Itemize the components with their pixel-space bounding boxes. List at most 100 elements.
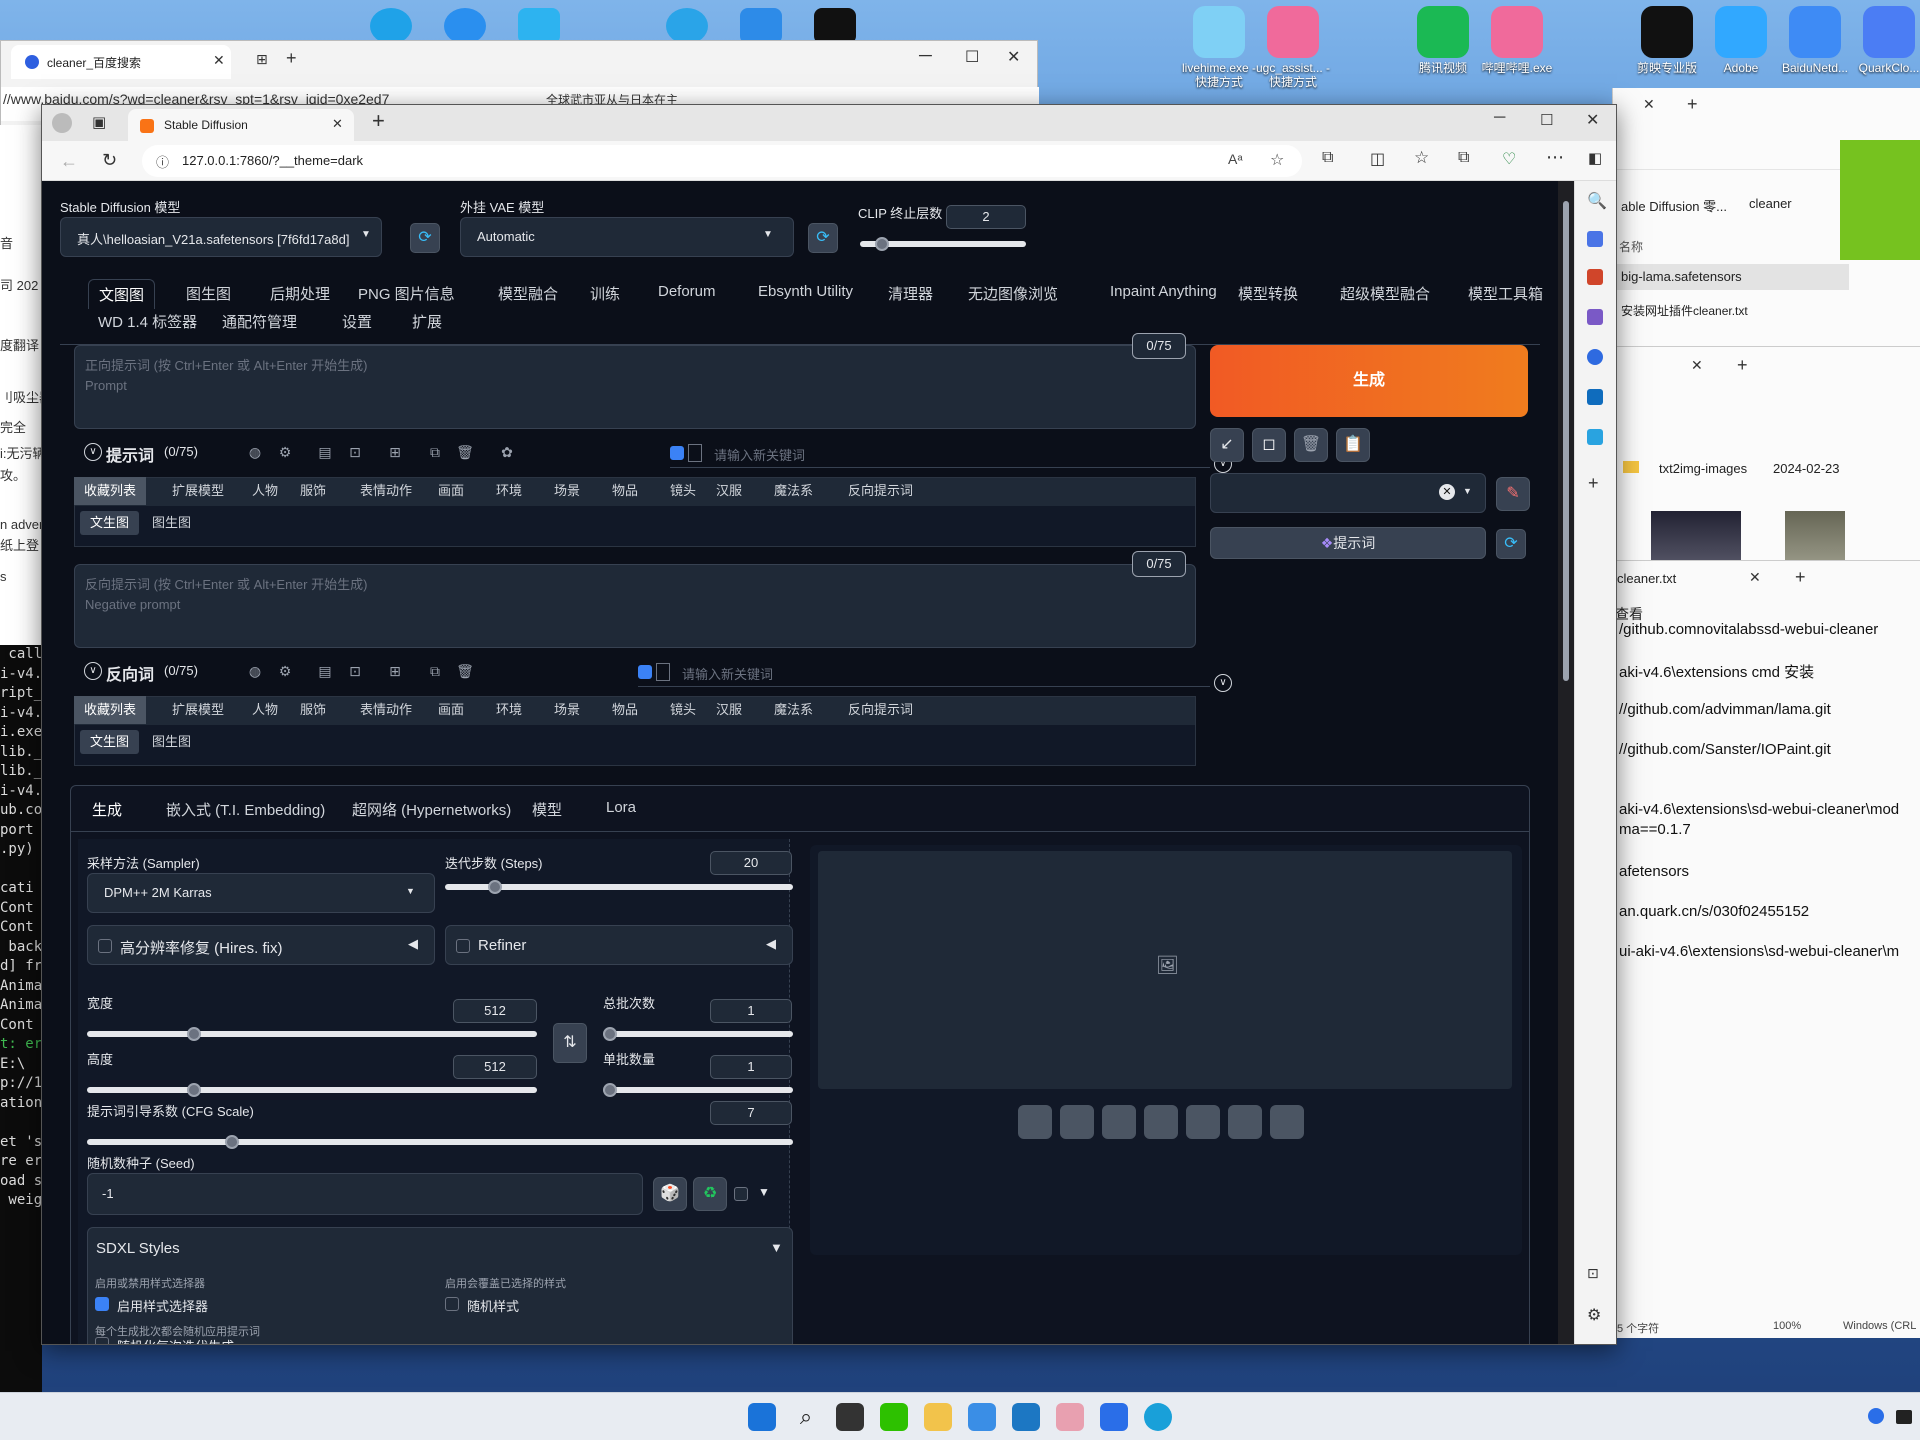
desktop-shortcut[interactable]: 腾讯视频: [1402, 6, 1484, 75]
more-icon[interactable]: ⋯: [1546, 147, 1564, 168]
sampler-select[interactable]: DPM++ 2M Karras ▼: [87, 873, 435, 913]
keyword-input[interactable]: 请输入新关键词: [682, 664, 773, 683]
bookmark-icon[interactable]: ⊡: [344, 441, 366, 463]
category-tab[interactable]: 人物: [242, 477, 288, 505]
main-tab[interactable]: WD 1.4 标签器: [88, 311, 207, 332]
settings-icon[interactable]: ⚙: [274, 660, 296, 682]
category-tab[interactable]: 收藏列表: [74, 696, 147, 724]
desktop-shortcut[interactable]: QuarkClo...: [1848, 6, 1920, 75]
category-tab[interactable]: 画面: [428, 477, 474, 505]
slider-knob[interactable]: [875, 237, 889, 251]
clip-slider[interactable]: [860, 237, 1026, 251]
main-tab[interactable]: 文图图: [88, 279, 156, 309]
subtab[interactable]: 图生图: [142, 730, 201, 754]
main-tab[interactable]: Ebsynth Utility: [748, 279, 863, 304]
main-tab[interactable]: 无边图像浏览: [958, 279, 1068, 308]
search-icon[interactable]: ⌕: [792, 1403, 820, 1431]
copy-icon[interactable]: ⧉: [424, 441, 446, 463]
slider-knob[interactable]: [603, 1083, 617, 1097]
generation-tab[interactable]: 嵌入式 (T.I. Embedding): [156, 795, 335, 824]
sdxl-random-each-checkbox[interactable]: [95, 1337, 109, 1344]
category-tab[interactable]: 场景: [544, 477, 590, 505]
translate-icon[interactable]: ⊞: [384, 441, 406, 463]
category-tab[interactable]: 汉服: [706, 477, 752, 505]
minimize-icon[interactable]: ─: [1494, 109, 1505, 127]
category-tab[interactable]: 物品: [602, 477, 648, 505]
breadcrumb[interactable]: txt2img-images: [1659, 461, 1747, 476]
games-icon[interactable]: [1587, 309, 1603, 325]
minimize-icon[interactable]: ─: [919, 45, 932, 66]
main-tab[interactable]: 超级模型融合: [1330, 279, 1440, 308]
tray-icon[interactable]: [1868, 1408, 1884, 1424]
app-icon[interactable]: [1012, 1403, 1040, 1431]
tray-icon[interactable]: [1896, 1410, 1912, 1424]
refresh-vae-button[interactable]: ⟳: [808, 223, 838, 253]
notepad-tab[interactable]: cleaner.txt: [1617, 571, 1676, 586]
globe-icon[interactable]: ◍: [244, 660, 266, 682]
screenshot-icon[interactable]: ⊡: [1587, 1265, 1599, 1282]
file-row[interactable]: big-lama.safetensors: [1613, 264, 1849, 290]
refresh-model-button[interactable]: ⟳: [410, 223, 440, 253]
subtab[interactable]: 文生图: [80, 511, 140, 535]
clip-value[interactable]: 2: [946, 205, 1026, 229]
shopping-icon[interactable]: [1587, 231, 1603, 247]
edit-button[interactable]: [1270, 1105, 1304, 1139]
main-tab[interactable]: 模型工具箱: [1458, 279, 1553, 308]
search-icon[interactable]: 🔍: [1587, 191, 1607, 211]
category-tab[interactable]: 物品: [602, 696, 648, 724]
desktop-shortcut[interactable]: livehime.exe - 快捷方式: [1178, 6, 1260, 89]
cfg-value[interactable]: 7: [710, 1101, 792, 1125]
maximize-icon[interactable]: ☐: [965, 47, 979, 67]
subtab[interactable]: 图生图: [142, 511, 201, 535]
file-explorer-icon[interactable]: [924, 1403, 952, 1431]
favorite-star-icon[interactable]: ☆: [1270, 150, 1284, 170]
category-tab[interactable]: 人物: [242, 696, 288, 724]
batch-count-slider[interactable]: [603, 1027, 793, 1041]
profile-icon[interactable]: [52, 113, 72, 133]
send-to-inpaint-button[interactable]: [1186, 1105, 1220, 1139]
import-icon[interactable]: ▤: [314, 441, 336, 463]
main-tab[interactable]: Inpaint Anything: [1100, 279, 1227, 304]
drop-icon[interactable]: [1587, 429, 1603, 445]
main-tab[interactable]: PNG 图片信息: [348, 279, 465, 308]
split-screen-icon[interactable]: ◫: [1370, 149, 1385, 169]
category-tab[interactable]: 表情动作: [350, 477, 422, 505]
category-tab[interactable]: 场景: [544, 696, 590, 724]
app-icon[interactable]: [666, 8, 708, 44]
globe-icon[interactable]: ◍: [244, 441, 266, 463]
main-tab[interactable]: 通配符管理: [212, 311, 307, 332]
notepad-window[interactable]: cleaner.txt ✕ + 查看 /github.comnovitalabs…: [1613, 560, 1920, 1338]
edge-taskbar-icon[interactable]: [1144, 1403, 1172, 1431]
office-icon[interactable]: [1587, 349, 1603, 365]
close-icon[interactable]: ✕: [1643, 96, 1655, 113]
prompt-button[interactable]: ❖提示词: [1210, 527, 1486, 559]
keyword-checkbox[interactable]: [638, 665, 652, 679]
category-tab[interactable]: 魔法系: [764, 477, 823, 505]
edit-style-button[interactable]: ✎: [1496, 477, 1530, 511]
generate-button[interactable]: 生成: [1210, 345, 1528, 417]
desktop-shortcut[interactable]: 剪映专业版: [1626, 6, 1708, 75]
interrupt-arrow-button[interactable]: ↙: [1210, 428, 1244, 462]
outlook-icon[interactable]: [1587, 389, 1603, 405]
close-icon[interactable]: ✕: [1007, 47, 1020, 67]
collections-icon[interactable]: ⧉: [1458, 149, 1469, 167]
breadcrumb[interactable]: cleaner: [1749, 196, 1792, 211]
file-row[interactable]: 安装网址插件cleaner.txt: [1621, 302, 1748, 319]
category-tab[interactable]: 服饰: [290, 696, 336, 724]
edge-app-icon[interactable]: [370, 8, 412, 44]
cfg-slider[interactable]: [87, 1135, 793, 1149]
keyword-field[interactable]: [688, 444, 702, 462]
prompt-input[interactable]: 正向提示词 (按 Ctrl+Enter 或 Alt+Enter 开始生成) Pro…: [74, 345, 1196, 429]
open-folder-button[interactable]: [1018, 1105, 1052, 1139]
zip-button[interactable]: [1102, 1105, 1136, 1139]
random-seed-dice-button[interactable]: 🎲: [653, 1177, 687, 1211]
breadcrumb[interactable]: able Diffusion 零...: [1621, 196, 1727, 215]
desktop-shortcut[interactable]: ugc_assist... - 快捷方式: [1252, 6, 1334, 89]
category-tab[interactable]: 收藏列表: [74, 477, 147, 505]
generation-tab[interactable]: 模型: [522, 795, 572, 824]
send-to-extras-button[interactable]: [1228, 1105, 1262, 1139]
main-tab[interactable]: 清理器: [878, 279, 943, 308]
add-icon[interactable]: +: [1588, 473, 1599, 494]
close-icon[interactable]: ✕: [1691, 357, 1703, 374]
refiner-accordion[interactable]: Refiner ◀: [445, 925, 793, 965]
